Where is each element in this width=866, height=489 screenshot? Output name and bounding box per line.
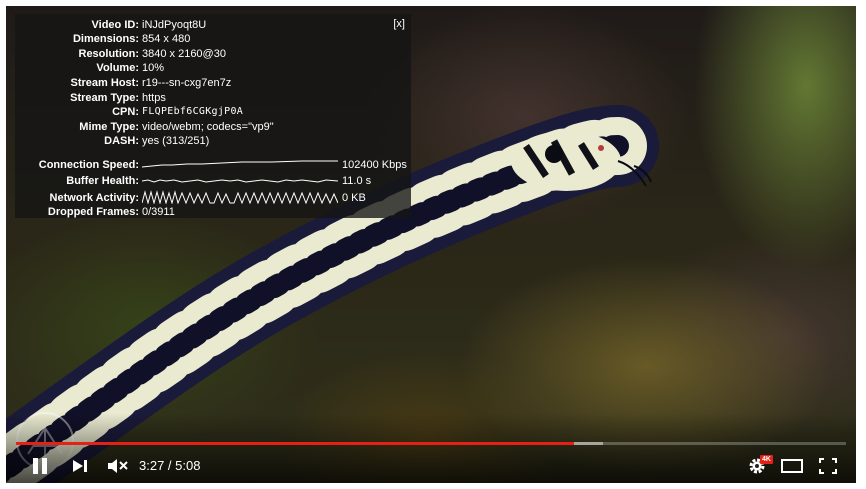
- quality-badge-4k: 4K: [760, 455, 773, 464]
- stats-label: Volume:: [96, 62, 139, 74]
- next-icon: [73, 460, 87, 472]
- stats-value: 10%: [142, 62, 165, 74]
- stats-value: yes (313/251): [142, 135, 210, 147]
- stats-label: Mime Type:: [79, 121, 139, 133]
- fullscreen-icon: [819, 458, 837, 474]
- pause-icon: [33, 458, 47, 474]
- progress-bar[interactable]: [16, 442, 846, 445]
- connection-speed-graph: [142, 160, 338, 168]
- stats-value: r19---sn-cxg7en7z: [142, 77, 232, 89]
- video-player[interactable]: [x] Video ID: iNJdPyoqt8U Dimensions: 85…: [6, 6, 856, 483]
- stats-row-dimensions: Dimensions: 854 x 480: [15, 32, 411, 46]
- stats-label: Video ID:: [91, 19, 139, 31]
- stats-row-video-id: Video ID: iNJdPyoqt8U: [15, 18, 411, 32]
- stats-label: Stream Type:: [70, 92, 139, 104]
- stats-row-volume: Volume: 10%: [15, 61, 411, 75]
- network-activity-value: 0 KB: [342, 192, 366, 204]
- stats-row-stream-type: Stream Type: https: [15, 91, 411, 105]
- stats-for-nerds-panel: [x] Video ID: iNJdPyoqt8U Dimensions: 85…: [15, 14, 411, 218]
- stats-row-network-activity: Network Activity: 0 KB: [15, 190, 411, 205]
- time-display: 3:27 / 5:08: [139, 452, 200, 480]
- fullscreen-button[interactable]: [814, 452, 842, 480]
- stats-label: DASH:: [104, 135, 139, 147]
- stats-label: Connection Speed:: [38, 159, 139, 171]
- next-button[interactable]: [68, 452, 92, 480]
- stats-row-dash: DASH: yes (313/251): [15, 134, 411, 148]
- stats-label: Stream Host:: [70, 77, 139, 89]
- player-controls: 3:27 / 5:08 4K: [6, 452, 856, 480]
- volume-muted-icon: [108, 459, 128, 473]
- stats-value: https: [142, 92, 166, 104]
- play-pause-button[interactable]: [26, 452, 54, 480]
- current-time: 3:27: [139, 458, 165, 473]
- stats-row-connection-speed: Connection Speed: 102400 Kbps: [15, 158, 411, 172]
- buffer-health-value: 11.0 s: [342, 175, 372, 187]
- network-activity-graph: [142, 190, 338, 204]
- theater-mode-button[interactable]: [778, 452, 806, 480]
- stats-row-mime-type: Mime Type: video/webm; codecs="vp9": [15, 120, 411, 134]
- stats-row-dropped-frames: Dropped Frames: 0/3911: [15, 205, 411, 219]
- stats-value: video/webm; codecs="vp9": [142, 121, 274, 133]
- stats-label: Dimensions:: [72, 33, 139, 45]
- stats-value: FLQPEbf6CGKgjP0A: [142, 106, 244, 117]
- stats-label: CPN:: [112, 106, 139, 118]
- connection-speed-value: 102400 Kbps: [342, 159, 407, 171]
- stats-row-cpn: CPN: FLQPEbf6CGKgjP0A: [15, 105, 411, 119]
- theater-mode-icon: [781, 459, 803, 473]
- stats-label: Buffer Health:: [66, 175, 139, 187]
- mute-button[interactable]: [105, 452, 131, 480]
- stats-value: 0/3911: [142, 206, 175, 218]
- stats-label: Resolution:: [78, 48, 140, 60]
- played-bar: [16, 442, 574, 445]
- stats-label: Network Activity:: [49, 192, 139, 204]
- stats-row-resolution: Resolution: 3840 x 2160@30: [15, 47, 411, 61]
- duration: 5:08: [175, 458, 201, 473]
- buffer-health-graph: [142, 179, 338, 183]
- stats-row-buffer-health: Buffer Health: 11.0 s: [15, 174, 411, 188]
- stats-value: 3840 x 2160@30: [142, 48, 226, 60]
- stats-label: Dropped Frames:: [47, 206, 139, 218]
- stats-value: iNJdPyoqt8U: [142, 19, 207, 31]
- stats-value: 854 x 480: [142, 33, 191, 45]
- stats-row-stream-host: Stream Host: r19---sn-cxg7en7z: [15, 76, 411, 90]
- time-separator: /: [164, 458, 176, 473]
